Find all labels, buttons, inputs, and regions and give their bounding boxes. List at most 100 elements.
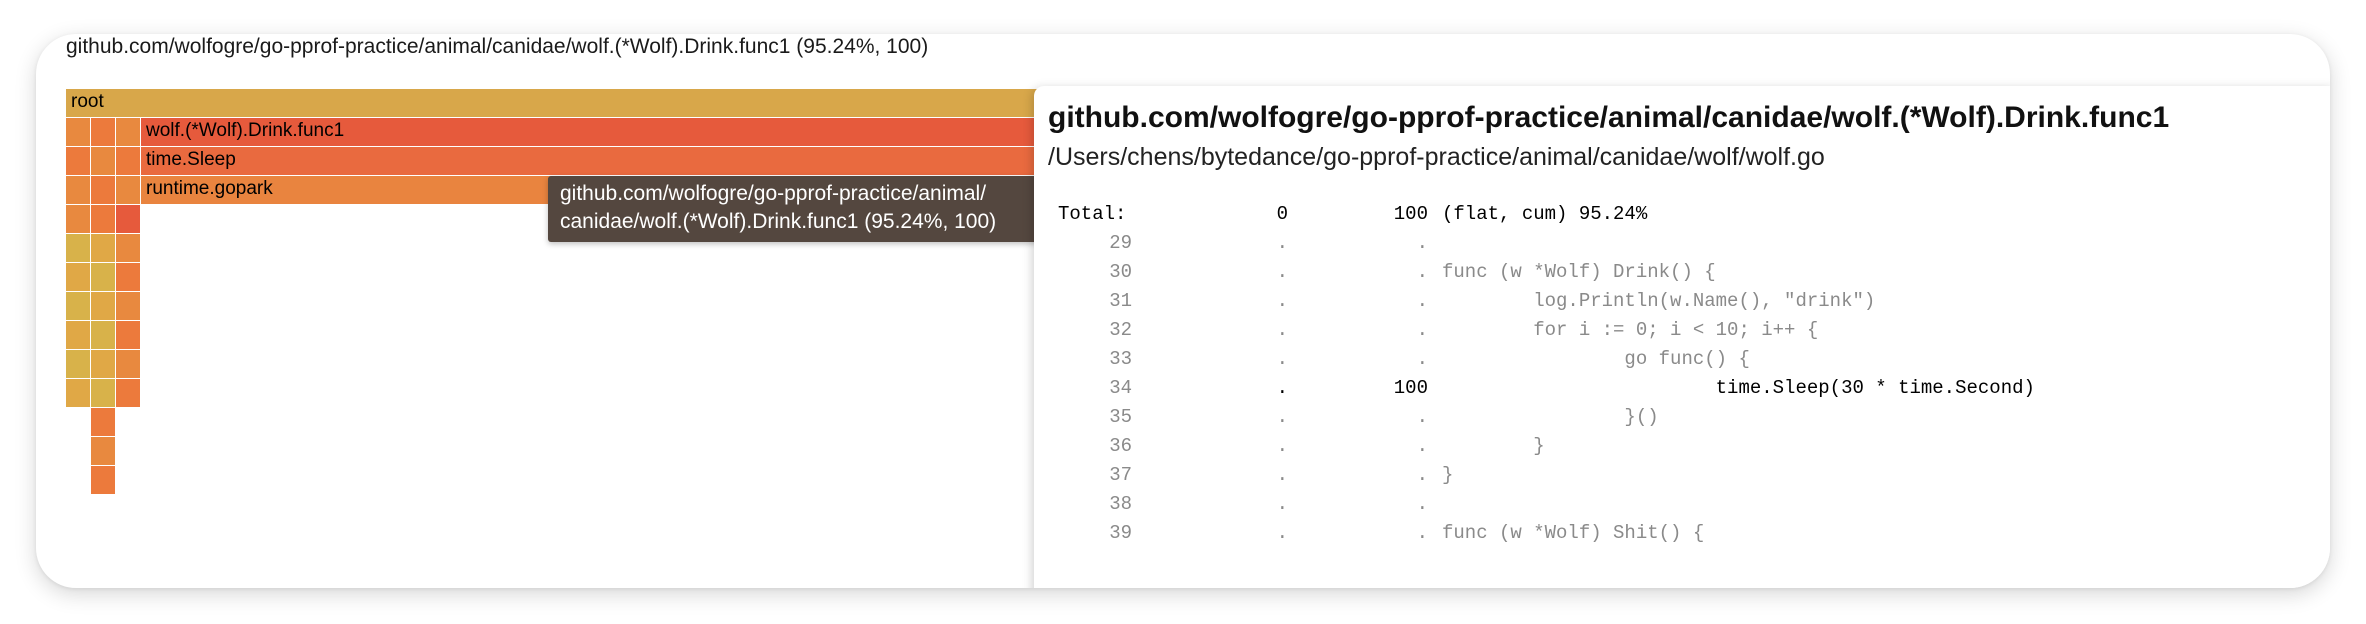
line-cum: . (1416, 290, 1428, 312)
source-line: 37..} (1034, 461, 2330, 490)
line-source: func (w *Wolf) Shit() { (1442, 522, 1705, 544)
frame-small[interactable] (66, 147, 91, 176)
frame-small[interactable] (91, 350, 116, 379)
frame-small[interactable] (66, 118, 91, 147)
total-text: (flat, cum) 95.24% (1442, 203, 1648, 225)
line-cum: . (1416, 464, 1428, 486)
source-listing: Total: 0 100 (flat, cum) 95.24% 29.. 30.… (1034, 200, 2330, 548)
frame-small[interactable] (116, 234, 141, 263)
frame-small[interactable] (116, 292, 141, 321)
frame-small[interactable] (66, 205, 91, 234)
line-number: 37 (1109, 464, 1132, 486)
tooltip-line-1: github.com/wolfogre/go-pprof-practice/an… (560, 182, 987, 205)
frame-small[interactable] (91, 176, 116, 205)
line-flat: . (1276, 522, 1288, 544)
line-flat: . (1276, 319, 1288, 341)
line-cum: . (1416, 522, 1428, 544)
frame-small[interactable] (116, 379, 141, 408)
source-file-path: /Users/chens/bytedance/go-pprof-practice… (1048, 143, 1825, 171)
line-cum: . (1416, 493, 1428, 515)
line-cum: 100 (1393, 377, 1428, 399)
line-flat: . (1276, 493, 1288, 515)
frame-small[interactable] (116, 118, 141, 147)
line-cum: . (1416, 261, 1428, 283)
source-line: 33.. go func() { (1034, 345, 2330, 374)
frame-small[interactable] (91, 292, 116, 321)
line-source: for i := 0; i < 10; i++ { (1442, 319, 1819, 341)
line-number: 35 (1109, 406, 1132, 428)
frame-small[interactable] (91, 263, 116, 292)
line-cum: . (1416, 348, 1428, 370)
frame-small[interactable] (91, 408, 116, 437)
line-cum: . (1416, 319, 1428, 341)
source-line: 39.. func (w *Wolf) Shit() { (1034, 519, 2330, 548)
line-flat: . (1276, 290, 1288, 312)
source-line-hot: 34. 100 time.Sleep(30 * time.Second) (1034, 374, 2330, 403)
frame-small[interactable] (116, 205, 141, 234)
total-cum: 100 (1393, 203, 1428, 225)
line-number: 38 (1109, 493, 1132, 515)
line-number: 39 (1109, 522, 1132, 544)
frame-small[interactable] (116, 176, 141, 205)
frame-small[interactable] (91, 205, 116, 234)
source-line: 31.. log.Println(w.Name(), "drink") (1034, 287, 2330, 316)
line-source: } (1442, 435, 1545, 457)
line-number: 30 (1109, 261, 1132, 283)
total-row: Total: 0 100 (flat, cum) 95.24% (1034, 200, 2330, 229)
line-source: go func() { (1442, 348, 1750, 370)
source-line: 36.. } (1034, 432, 2330, 461)
frame-small[interactable] (66, 176, 91, 205)
frame-small[interactable] (91, 147, 116, 176)
frame-small[interactable] (66, 234, 91, 263)
line-flat: . (1276, 406, 1288, 428)
frame-small[interactable] (116, 147, 141, 176)
line-source: }() (1442, 406, 1659, 428)
source-line: 38.. (1034, 490, 2330, 519)
frame-small[interactable] (116, 263, 141, 292)
frame-small[interactable] (116, 350, 141, 379)
frame-small[interactable] (66, 292, 91, 321)
line-cum: . (1416, 406, 1428, 428)
frame-small[interactable] (66, 263, 91, 292)
line-source: log.Println(w.Name(), "drink") (1442, 290, 1876, 312)
total-label: Total: (1058, 203, 1127, 225)
line-number: 29 (1109, 232, 1132, 254)
line-flat: . (1276, 435, 1288, 457)
line-cum: . (1416, 435, 1428, 457)
line-number: 34 (1109, 377, 1132, 399)
frame-small[interactable] (66, 321, 91, 350)
frame-small[interactable] (91, 379, 116, 408)
source-line: 32.. for i := 0; i < 10; i++ { (1034, 316, 2330, 345)
source-panel: github.com/wolfogre/go-pprof-practice/an… (1034, 86, 2330, 588)
frame-small[interactable] (91, 321, 116, 350)
line-flat: . (1276, 464, 1288, 486)
flamegraph-tooltip: github.com/wolfogre/go-pprof-practice/an… (548, 176, 1100, 242)
line-source: func (w *Wolf) Drink() { (1442, 261, 1716, 283)
line-number: 31 (1109, 290, 1132, 312)
total-flat: 0 (1276, 203, 1288, 225)
flamegraph-card: github.com/wolfogre/go-pprof-practice/an… (36, 34, 2330, 588)
line-flat: . (1276, 261, 1288, 283)
line-cum: . (1416, 232, 1428, 254)
frame-small[interactable] (66, 350, 91, 379)
line-number: 33 (1109, 348, 1132, 370)
frame-small[interactable] (91, 466, 116, 495)
source-function-title: github.com/wolfogre/go-pprof-practice/an… (1048, 101, 2170, 134)
line-number: 32 (1109, 319, 1132, 341)
tooltip-line-2: canidae/wolf.(*Wolf).Drink.func1 (95.24%… (560, 210, 997, 233)
source-line: 35.. }() (1034, 403, 2330, 432)
line-flat: . (1276, 232, 1288, 254)
line-flat: . (1276, 348, 1288, 370)
line-source: } (1442, 464, 1454, 486)
frame-small[interactable] (66, 379, 91, 408)
line-source: time.Sleep(30 * time.Second) (1442, 377, 2035, 399)
line-number: 36 (1109, 435, 1132, 457)
frame-small[interactable] (91, 234, 116, 263)
source-line: 29.. (1034, 229, 2330, 258)
source-line: 30.. func (w *Wolf) Drink() { (1034, 258, 2330, 287)
hovered-frame-label: github.com/wolfogre/go-pprof-practice/an… (66, 35, 929, 58)
frame-small[interactable] (91, 437, 116, 466)
line-flat: . (1276, 377, 1288, 399)
frame-small[interactable] (116, 321, 141, 350)
frame-small[interactable] (91, 118, 116, 147)
